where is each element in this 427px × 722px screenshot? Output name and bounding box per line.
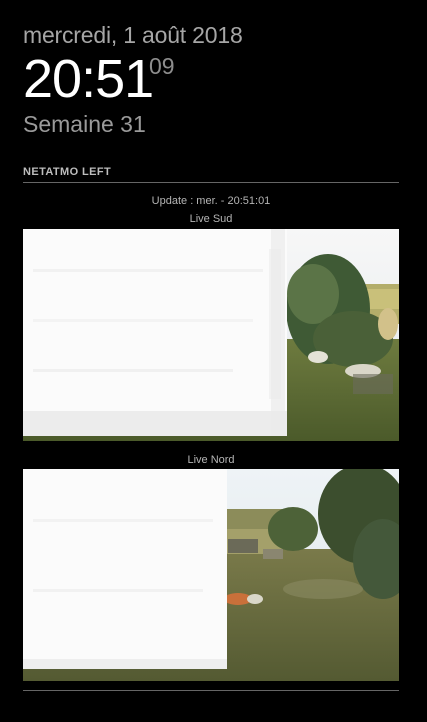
module-bottom-divider (23, 690, 399, 691)
camera-label-nord: Live Nord (187, 454, 235, 466)
clock-module: mercredi, 1 août 2018 20:51 09 Semaine 3… (23, 20, 243, 139)
update-timestamp: Update : mer. - 20:51:01 (151, 195, 271, 207)
camera-image-sud (23, 229, 399, 441)
date-display: mercredi, 1 août 2018 (23, 22, 243, 48)
time-display: 20:51 (23, 49, 154, 109)
time-row: 20:51 09 (23, 51, 243, 107)
seconds-display: 09 (149, 53, 175, 79)
module-header: NETATMO LEFT (23, 166, 399, 183)
week-number: Semaine 31 (23, 111, 146, 137)
camera-image-nord (23, 469, 399, 681)
camera-label-sud: Live Sud (189, 213, 233, 225)
